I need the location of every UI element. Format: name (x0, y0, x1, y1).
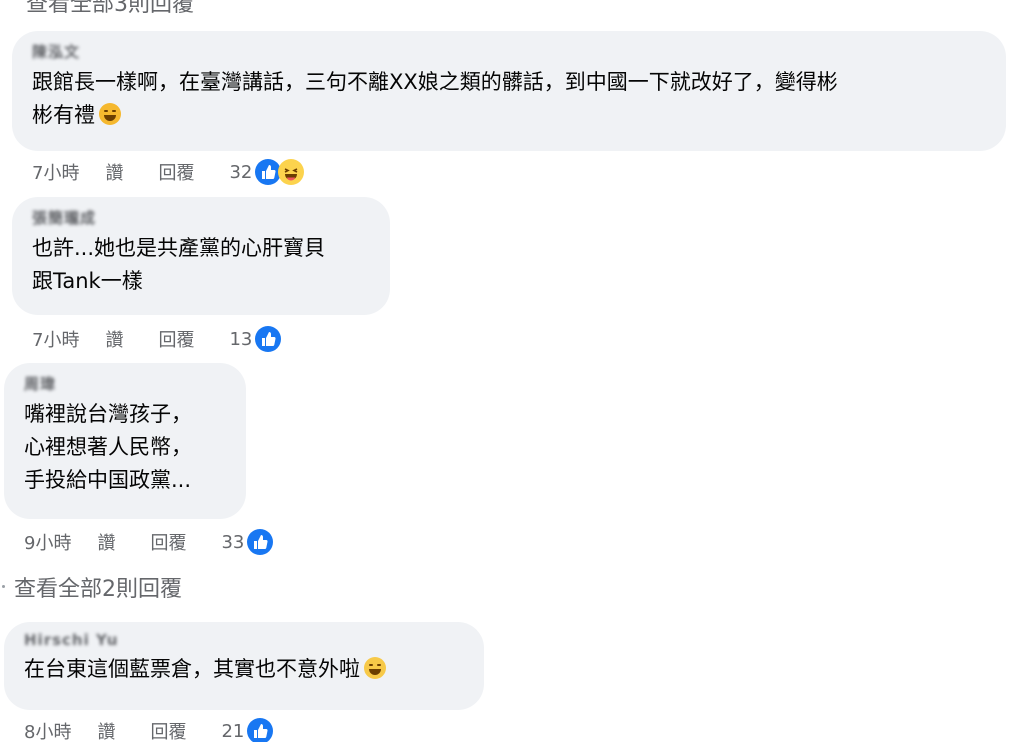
comment-meta: 7小時 讚 回覆 13 (32, 326, 282, 352)
comment-author[interactable]: 周瑋 (24, 373, 226, 394)
comment-text: 在台東這個藍票倉，其實也不意外啦 (24, 657, 360, 681)
view-all-replies-link[interactable]: 查看全部2則回覆 (14, 571, 182, 603)
reply-button[interactable]: 回覆 (158, 159, 194, 185)
comment-meta: 8小時 讚 回覆 21 (24, 718, 274, 742)
like-button[interactable]: 讚 (97, 529, 115, 555)
comment-text: 也許...她也是共產黨的心肝寶貝 跟Tank一樣 (32, 236, 326, 293)
reply-button[interactable]: 回覆 (150, 529, 186, 555)
comment-text: 跟館長一樣啊，在臺灣講話，三句不離XX娘之類的髒話，到中國一下就改好了，變得彬 … (32, 70, 838, 127)
reaction-count[interactable]: 33 (221, 532, 244, 553)
reply-button[interactable]: 回覆 (158, 326, 194, 352)
like-icon (247, 718, 274, 742)
view-all-replies-link-top[interactable]: 查看全部3則回覆 (26, 0, 194, 18)
like-button[interactable]: 讚 (97, 718, 115, 742)
comment-author[interactable]: Hirschi Yu (24, 631, 464, 649)
comments-page: 查看全部3則回覆 陳泓文 跟館長一樣啊，在臺灣講話，三句不離XX娘之類的髒話，到… (0, 0, 1024, 742)
haha-icon (278, 159, 305, 185)
reaction-count[interactable]: 32 (229, 162, 252, 183)
comment-meta: 9小時 讚 回覆 33 (24, 529, 274, 555)
reaction-count[interactable]: 13 (229, 329, 252, 350)
like-button[interactable]: 讚 (105, 159, 123, 185)
grinning-sweat-emoji-icon (364, 657, 386, 679)
like-icon (255, 326, 282, 352)
comment-author[interactable]: 陳泓文 (32, 41, 986, 62)
comment-time[interactable]: 9小時 (24, 529, 71, 555)
comment-meta: 7小時 讚 回覆 32 (32, 159, 305, 185)
reply-button[interactable]: 回覆 (150, 718, 186, 742)
comment-time[interactable]: 7小時 (32, 326, 79, 352)
comment-text: 嘴裡說台灣孩子， 心裡想著人民幣， 手投給中国政黨... (24, 402, 192, 492)
comment-time[interactable]: 8小時 (24, 718, 71, 742)
comment-bubble: 陳泓文 跟館長一樣啊，在臺灣講話，三句不離XX娘之類的髒話，到中國一下就改好了，… (12, 31, 1006, 151)
reaction-count[interactable]: 21 (221, 721, 244, 742)
comment-bubble: Hirschi Yu 在台東這個藍票倉，其實也不意外啦 (4, 622, 484, 710)
like-icon (247, 529, 274, 555)
comment-author[interactable]: 張簡瓏成 (32, 207, 370, 228)
rolling-laughing-emoji-icon (99, 103, 121, 125)
comment-time[interactable]: 7小時 (32, 159, 79, 185)
comment-bubble: 周瑋 嘴裡說台灣孩子， 心裡想著人民幣， 手投給中国政黨... (4, 363, 246, 519)
like-button[interactable]: 讚 (105, 326, 123, 352)
comment-bubble: 張簡瓏成 也許...她也是共產黨的心肝寶貝 跟Tank一樣 (12, 197, 390, 315)
reply-thread-dot (2, 585, 5, 588)
